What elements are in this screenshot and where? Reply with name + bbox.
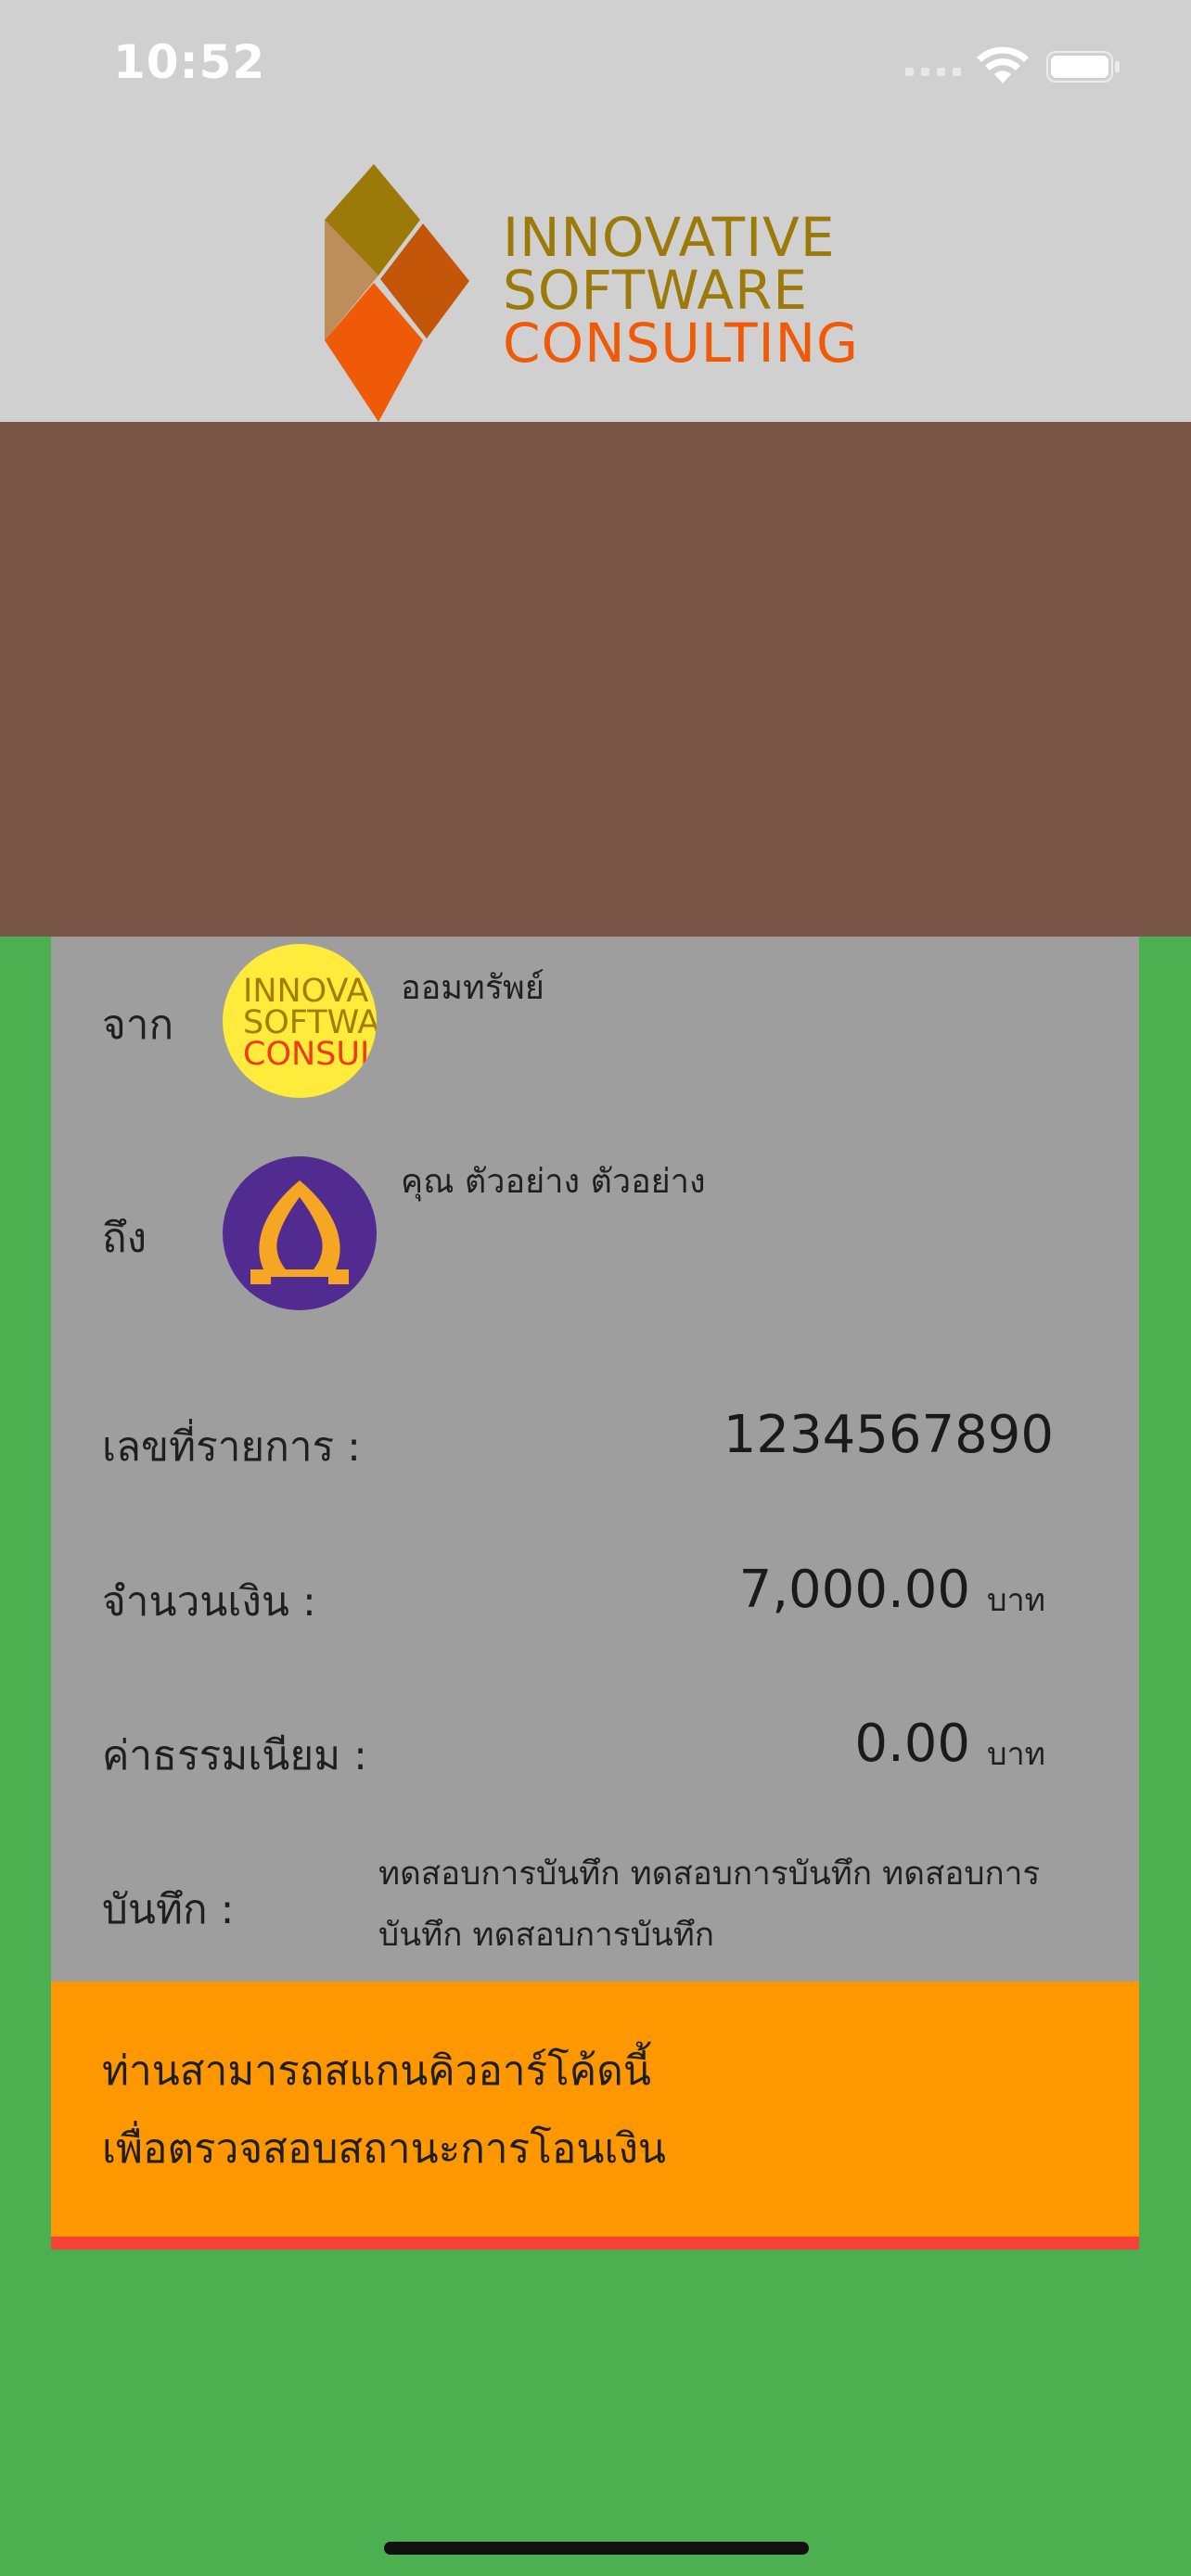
brand-line: INNOVATIVE (503, 206, 836, 269)
ref-number: 1234567890 (723, 1405, 1054, 1465)
brand-line: CONSULTING (503, 312, 859, 375)
status-time: 10:52 (113, 35, 266, 89)
brand-line: SOFTWARE (503, 259, 809, 322)
company-logo-icon (325, 164, 469, 422)
wifi-icon (977, 46, 1029, 83)
signal-icon (905, 57, 963, 76)
amount-value: 7,000.00 (738, 1560, 970, 1620)
to-avatar (223, 1156, 377, 1310)
from-account-name: ออมทรัพย์ (401, 969, 544, 1007)
note-line: บันทึก ทดสอบการบันทึก (378, 1917, 714, 1954)
amount-unit: บาท (987, 1582, 1046, 1619)
bank-leaf-icon (250, 1180, 349, 1284)
from-label: จาก (102, 1001, 174, 1049)
ref-label: เลขที่รายการ : (102, 1423, 361, 1471)
qr-notice-box (51, 1982, 1139, 2237)
note-label: บันทึก : (102, 1886, 235, 1933)
note-line: ทดสอบการบันทึก ทดสอบการบันทึก ทดสอบการ (378, 1855, 1041, 1893)
notice-line-2: เพื่อตรวจสอบสถานะการโอนเงิน (102, 2125, 667, 2173)
battery-icon (1046, 51, 1120, 83)
from-avatar: INNOVA SOFTWA CONSUL (223, 944, 377, 1098)
notice-accent-bar (51, 2237, 1139, 2250)
to-label: ถึง (102, 1215, 147, 1262)
notice-line-1: ท่านสามารถสแกนคิวอาร์โค้ดนี้ (102, 2047, 651, 2095)
company-logo-text: INNOVATIVE SOFTWARE CONSULTING (503, 206, 859, 375)
fee-unit: บาท (987, 1736, 1046, 1773)
from-avatar-logo: INNOVA SOFTWA CONSUL (243, 973, 377, 1073)
note-text: ทดสอบการบันทึก ทดสอบการบันทึก ทดสอบการ บ… (378, 1843, 1046, 1966)
fee-label: ค่าธรรมเนียม : (102, 1732, 367, 1779)
home-indicator[interactable] (384, 2542, 809, 2555)
banner-area (0, 422, 1191, 937)
amount-label: จำนวนเงิน : (102, 1578, 316, 1626)
fee-value: 0.00 (854, 1714, 970, 1774)
to-account-name: คุณ ตัวอย่าง ตัวอย่าง (401, 1163, 706, 1201)
